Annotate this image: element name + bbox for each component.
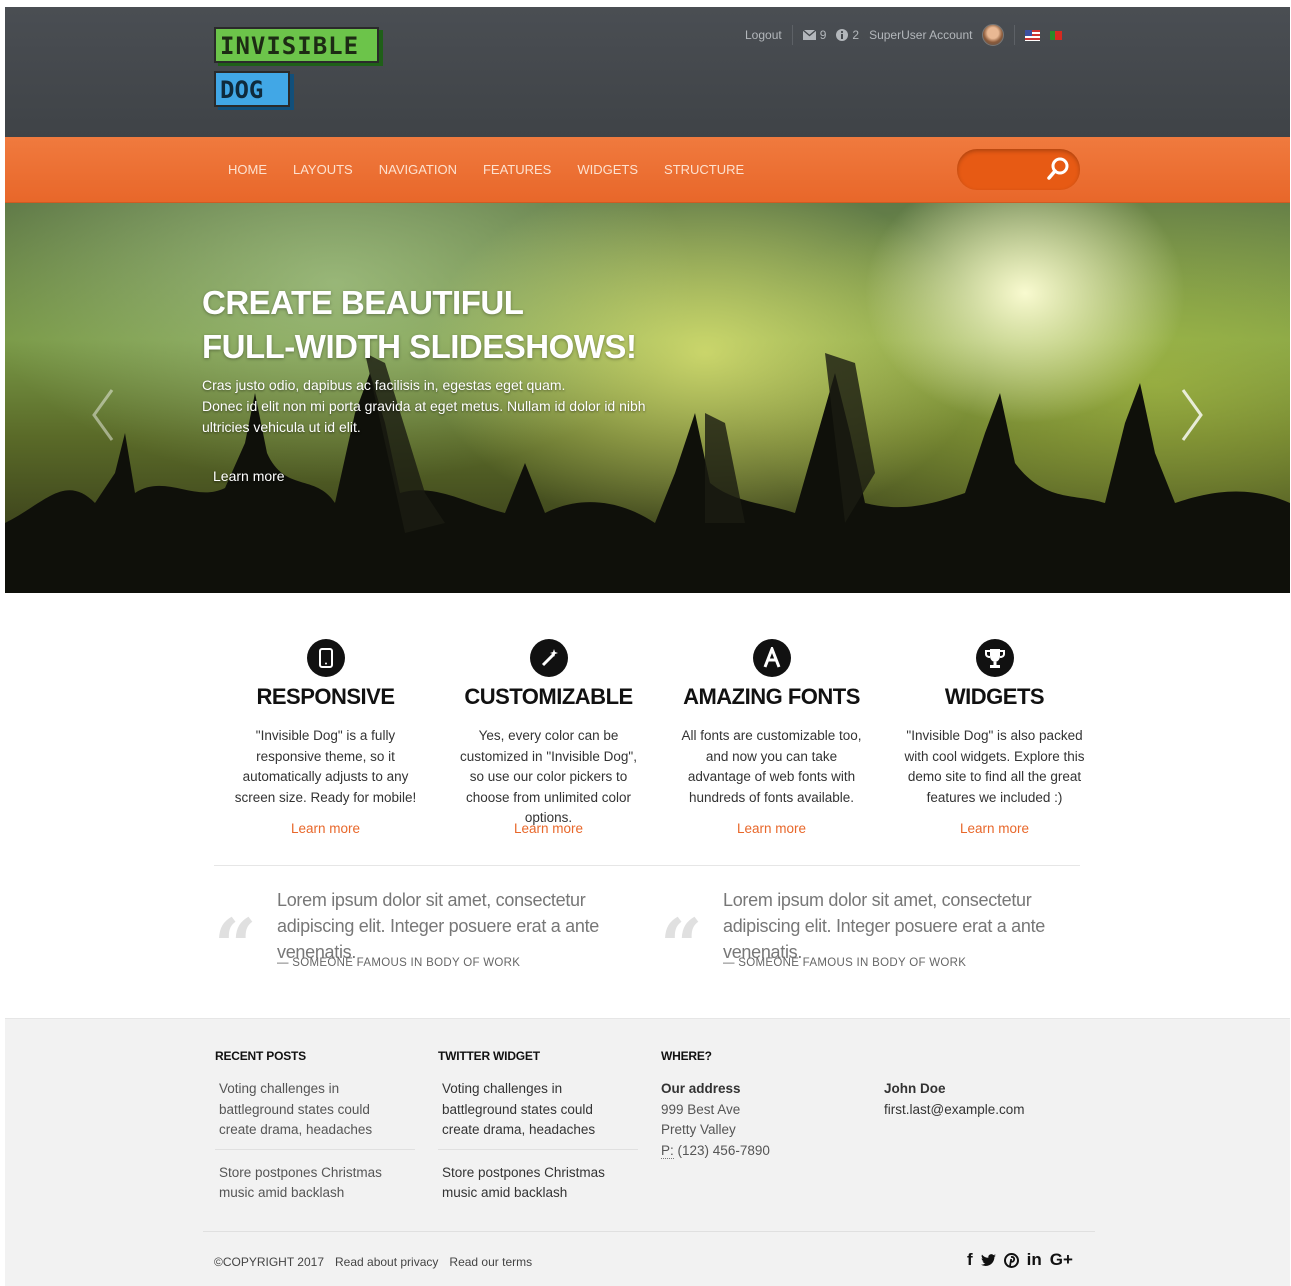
- quote-text: Lorem ipsum dolor sit amet, consectetur …: [277, 890, 600, 962]
- hero-text-line2: Donec id elit non mi porta gravida at eg…: [202, 398, 646, 414]
- flag-us-icon[interactable]: [1025, 29, 1041, 41]
- chevron-right-icon[interactable]: [1179, 388, 1205, 442]
- post-link[interactable]: Store postpones Christmas music amid bac…: [215, 1159, 415, 1212]
- envelope-icon: [802, 30, 816, 40]
- address-line: Pretty Valley: [661, 1122, 736, 1137]
- site-footer: RECENT POSTS Voting challenges in battle…: [5, 1018, 1290, 1286]
- user-bar: Logout 9 2 SuperUser Account: [745, 24, 1063, 46]
- feature-learn-more-link[interactable]: Learn more: [660, 821, 883, 836]
- address-line: 999 Best Ave: [661, 1101, 741, 1117]
- feature-learn-more-link[interactable]: Learn more: [214, 821, 437, 836]
- nav-item-navigation[interactable]: NAVIGATION: [379, 162, 457, 177]
- twitter-widget: TWITTER WIDGET Voting challenges in batt…: [438, 1049, 638, 1221]
- nav-item-structure[interactable]: STRUCTURE: [664, 162, 744, 177]
- contact-widget: John Doe first.last@example.com: [884, 1075, 1084, 1120]
- address-block: Our address 999 Best Ave Pretty Valley P…: [661, 1079, 861, 1161]
- hero-text: Cras justo odio, dapibus ac facilisis in…: [202, 375, 652, 438]
- feature-title: AMAZING FONTS: [683, 684, 860, 709]
- feature-title: CUSTOMIZABLE: [464, 684, 633, 709]
- hero-text-line3: ultricies vehicula ut id elit.: [202, 419, 361, 435]
- widget-title: WHERE?: [661, 1049, 712, 1063]
- feature-learn-more-link[interactable]: Learn more: [883, 821, 1106, 836]
- nav-item-home[interactable]: HOME: [228, 162, 267, 177]
- logout-link[interactable]: Logout: [745, 28, 782, 42]
- notifications-button[interactable]: 2: [836, 28, 859, 42]
- pinterest-icon[interactable]: [1003, 1252, 1019, 1268]
- feature-learn-more-link[interactable]: Learn more: [437, 821, 660, 836]
- footer-divider: [203, 1231, 1095, 1232]
- contact-block: John Doe first.last@example.com: [884, 1079, 1084, 1120]
- features-section: RESPONSIVE "Invisible Dog" is a fully re…: [214, 639, 1106, 836]
- feature-responsive: RESPONSIVE "Invisible Dog" is a fully re…: [214, 639, 437, 836]
- google-plus-icon[interactable]: G+: [1050, 1250, 1073, 1270]
- quote-icon: “: [214, 904, 257, 990]
- linkedin-icon[interactable]: in: [1027, 1250, 1042, 1270]
- logo-dog[interactable]: DOG: [214, 71, 290, 107]
- feature-amazing-fonts: AMAZING FONTS All fonts are customizable…: [660, 639, 883, 836]
- feature-text: Yes, every color can be customized in "I…: [460, 728, 637, 825]
- mobile-icon: [306, 639, 345, 677]
- messages-count: 9: [819, 28, 827, 42]
- footer-legal: ©COPYRIGHT 2017 Read about privacy Read …: [214, 1255, 532, 1269]
- flag-pt-icon[interactable]: [1050, 30, 1063, 40]
- tweet-link[interactable]: Voting challenges in battleground states…: [438, 1075, 638, 1150]
- magic-wand-icon: [529, 639, 568, 677]
- widget-title: RECENT POSTS: [215, 1049, 306, 1063]
- feature-text: "Invisible Dog" is also packed with cool…: [904, 728, 1085, 805]
- logo-invisible[interactable]: INVISIBLE: [214, 27, 379, 63]
- terms-link[interactable]: Read our terms: [449, 1255, 532, 1269]
- separator: [1014, 25, 1016, 45]
- quote-text: Lorem ipsum dolor sit amet, consectetur …: [723, 890, 1046, 962]
- contact-email[interactable]: first.last@example.com: [884, 1102, 1025, 1117]
- post-link[interactable]: Voting challenges in battleground states…: [215, 1075, 415, 1150]
- tweet-link[interactable]: Store postpones Christmas music amid bac…: [438, 1159, 638, 1212]
- page: INVISIBLE DOG Logout 9 2 SuperUser Accou…: [5, 7, 1290, 1286]
- account-link[interactable]: SuperUser Account: [869, 28, 972, 42]
- hero-slideshow: CREATE BEAUTIFUL FULL-WIDTH SLIDESHOWS! …: [5, 203, 1290, 593]
- copyright: ©COPYRIGHT 2017: [214, 1255, 324, 1269]
- site-header: INVISIBLE DOG Logout 9 2 SuperUser Accou…: [5, 7, 1290, 137]
- address-widget: WHERE? Our address 999 Best Ave Pretty V…: [661, 1049, 861, 1161]
- hero-title-line2: FULL-WIDTH SLIDESHOWS!: [202, 328, 637, 365]
- hero-learn-more-link[interactable]: Learn more: [213, 468, 285, 484]
- nav-item-features[interactable]: FEATURES: [483, 162, 551, 177]
- address-label: Our address: [661, 1081, 741, 1096]
- quote-author: — SOMEONE FAMOUS IN BODY OF WORK: [723, 957, 967, 969]
- chevron-left-icon[interactable]: [90, 388, 116, 442]
- feature-text: All fonts are customizable too, and now …: [681, 728, 862, 805]
- feature-text: "Invisible Dog" is a fully responsive th…: [234, 728, 417, 805]
- feature-title: WIDGETS: [944, 684, 1045, 709]
- contact-name: John Doe: [884, 1081, 946, 1096]
- phone-number: (123) 456-7890: [677, 1142, 770, 1158]
- hero-title-line1: CREATE BEAUTIFUL: [202, 284, 524, 321]
- nav-item-widgets[interactable]: WIDGETS: [577, 162, 638, 177]
- hero-text-line1: Cras justo odio, dapibus ac facilisis in…: [202, 377, 566, 393]
- font-icon: [752, 639, 791, 677]
- feature-title: RESPONSIVE: [256, 684, 395, 709]
- trophy-icon: [975, 639, 1014, 677]
- widget-title: TWITTER WIDGET: [438, 1049, 540, 1063]
- section-divider: [214, 865, 1080, 866]
- info-icon: [836, 29, 849, 41]
- quote-author: — SOMEONE FAMOUS IN BODY OF WORK: [277, 957, 521, 969]
- search-icon[interactable]: [1046, 156, 1070, 182]
- notifications-count: 2: [852, 28, 860, 42]
- facebook-icon[interactable]: f: [967, 1250, 973, 1270]
- hero-title: CREATE BEAUTIFUL FULL-WIDTH SLIDESHOWS!: [202, 281, 637, 369]
- phone-label: P:: [661, 1142, 674, 1159]
- feature-customizable: CUSTOMIZABLE Yes, every color can be cus…: [437, 639, 660, 836]
- twitter-icon[interactable]: [980, 1253, 996, 1267]
- nav-item-layouts[interactable]: LAYOUTS: [293, 162, 353, 177]
- recent-posts-widget: RECENT POSTS Voting challenges in battle…: [215, 1049, 415, 1221]
- main-navigation: HOME LAYOUTS NAVIGATION FEATURES WIDGETS…: [5, 137, 1290, 203]
- separator: [791, 25, 793, 45]
- messages-button[interactable]: 9: [802, 28, 827, 42]
- search-input[interactable]: [957, 149, 1080, 190]
- avatar[interactable]: [982, 24, 1005, 46]
- quote-icon: “: [660, 904, 703, 990]
- social-links: f in G+: [967, 1250, 1073, 1270]
- feature-widgets: WIDGETS "Invisible Dog" is also packed w…: [883, 639, 1106, 836]
- privacy-link[interactable]: Read about privacy: [335, 1255, 438, 1269]
